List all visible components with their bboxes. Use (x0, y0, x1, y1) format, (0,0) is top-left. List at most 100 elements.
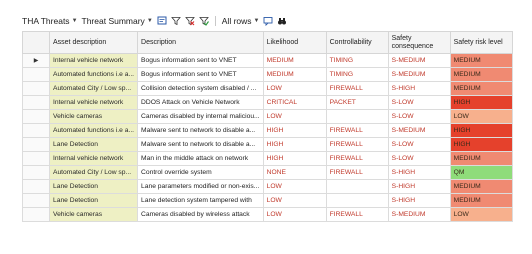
row-selector[interactable] (22, 137, 50, 152)
likelihood-cell[interactable]: LOW (262, 81, 327, 96)
safety-risk-level-cell[interactable]: QM (449, 165, 513, 180)
table-row[interactable]: Lane Detection Malware sent to network to… (22, 137, 513, 152)
clear-filter-icon[interactable] (184, 16, 195, 26)
safety-risk-level-cell[interactable]: MEDIUM (449, 193, 513, 208)
likelihood-cell[interactable]: MEDIUM (262, 53, 327, 68)
asset-cell[interactable]: Lane Detection (48, 179, 139, 194)
safety-consequence-cell[interactable]: S-MEDIUM (387, 67, 451, 82)
safety-risk-level-cell[interactable]: HIGH (449, 137, 513, 152)
safety-consequence-cell[interactable]: S-LOW (387, 137, 451, 152)
safety-consequence-cell[interactable]: S-MEDIUM (387, 123, 451, 138)
safety-risk-level-cell[interactable]: LOW (449, 207, 513, 222)
description-cell[interactable]: Bogus information sent to VNET (137, 53, 264, 68)
likelihood-cell[interactable]: MEDIUM (262, 67, 327, 82)
likelihood-cell[interactable]: NONE (262, 165, 327, 180)
safety-risk-level-cell[interactable]: MEDIUM (449, 53, 513, 68)
likelihood-cell[interactable]: HIGH (262, 151, 327, 166)
table-row[interactable]: ▶ Internal vehicle network Bogus informati… (22, 53, 513, 68)
likelihood-cell[interactable]: LOW (262, 179, 327, 194)
description-cell[interactable]: Man in the middle attack on network (137, 151, 264, 166)
table-row[interactable]: Automated City / Low sp... Collision dete… (22, 81, 513, 96)
asset-cell[interactable]: Internal vehicle network (48, 53, 139, 68)
row-selector[interactable] (22, 165, 50, 180)
controllability-cell[interactable]: PACKET (325, 95, 389, 110)
row-selector[interactable] (22, 151, 50, 166)
controllability-cell[interactable]: TIMING (325, 53, 389, 68)
safety-consequence-cell[interactable]: S-HIGH (387, 193, 451, 208)
table-row[interactable]: Automated functions i.e a... Bogus inform… (22, 67, 513, 82)
controllability-cell[interactable]: FIREWALL (325, 137, 389, 152)
comment-icon[interactable] (263, 16, 273, 26)
safety-risk-level-cell[interactable]: MEDIUM (449, 151, 513, 166)
likelihood-cell[interactable]: CRITICAL (262, 95, 327, 110)
description-cell[interactable]: Control override system (137, 165, 264, 180)
likelihood-cell[interactable]: LOW (262, 193, 327, 208)
column-header-description[interactable]: Description (137, 31, 264, 54)
controllability-cell[interactable] (325, 109, 389, 124)
description-cell[interactable]: Lane parameters modified or non-exis... (137, 179, 264, 194)
safety-consequence-cell[interactable]: S-HIGH (387, 81, 451, 96)
safety-consequence-cell[interactable]: S-MEDIUM (387, 207, 451, 222)
safety-consequence-cell[interactable]: S-LOW (387, 95, 451, 110)
description-cell[interactable]: DDOS Attack on Vehicle Network (137, 95, 264, 110)
asset-cell[interactable]: Automated City / Low sp... (48, 165, 139, 180)
description-cell[interactable]: Lane detection system tampered with (137, 193, 264, 208)
row-selector[interactable] (22, 193, 50, 208)
description-cell[interactable]: Bogus information sent to VNET (137, 67, 264, 82)
row-selector[interactable]: ▶ (22, 53, 50, 68)
binoculars-icon[interactable] (277, 16, 287, 26)
asset-cell[interactable]: Automated City / Low sp... (48, 81, 139, 96)
safety-risk-level-cell[interactable]: HIGH (449, 95, 513, 110)
controllability-cell[interactable]: FIREWALL (325, 207, 389, 222)
asset-cell[interactable]: Automated functions i.e a... (48, 123, 139, 138)
likelihood-cell[interactable]: LOW (262, 207, 327, 222)
column-header-controllability[interactable]: Controllability (325, 31, 389, 54)
filter-settings-icon[interactable] (198, 16, 209, 26)
controllability-cell[interactable] (325, 179, 389, 194)
asset-cell[interactable]: Lane Detection (48, 193, 139, 208)
safety-risk-level-cell[interactable]: MEDIUM (449, 81, 513, 96)
controllability-cell[interactable]: FIREWALL (325, 151, 389, 166)
description-cell[interactable]: Cameras disabled by internal maliciou... (137, 109, 264, 124)
likelihood-cell[interactable]: HIGH (262, 137, 327, 152)
asset-cell[interactable]: Vehicle cameras (48, 109, 139, 124)
asset-cell[interactable]: Vehicle cameras (48, 207, 139, 222)
row-selector[interactable] (22, 67, 50, 82)
description-cell[interactable]: Malware sent to network to disable a... (137, 137, 264, 152)
likelihood-cell[interactable]: HIGH (262, 123, 327, 138)
safety-consequence-cell[interactable]: S-MEDIUM (387, 53, 451, 68)
asset-cell[interactable]: Internal vehicle network (48, 95, 139, 110)
safety-consequence-cell[interactable]: S-LOW (387, 109, 451, 124)
table-row[interactable]: Lane Detection Lane detection system tamp… (22, 193, 513, 208)
controllability-cell[interactable] (325, 193, 389, 208)
safety-consequence-cell[interactable]: S-HIGH (387, 179, 451, 194)
export-icon[interactable] (157, 16, 167, 26)
filter-icon[interactable] (170, 16, 181, 26)
asset-cell[interactable]: Automated functions i.e a... (48, 67, 139, 82)
safety-consequence-cell[interactable]: S-HIGH (387, 165, 451, 180)
view-dropdown[interactable]: THA Threats ▼ (22, 16, 78, 26)
safety-consequence-cell[interactable]: S-LOW (387, 151, 451, 166)
safety-risk-level-cell[interactable]: MEDIUM (449, 67, 513, 82)
description-cell[interactable]: Malware sent to network to disable a... (137, 123, 264, 138)
row-selector[interactable] (22, 179, 50, 194)
table-row[interactable]: Automated functions i.e a... Malware sent… (22, 123, 513, 138)
asset-cell[interactable]: Lane Detection (48, 137, 139, 152)
column-header-likelihood[interactable]: Likelihood (262, 31, 327, 54)
controllability-cell[interactable]: FIREWALL (325, 123, 389, 138)
asset-cell[interactable]: Internal vehicle network (48, 151, 139, 166)
table-row[interactable]: Vehicle cameras Cameras disabled by wirel… (22, 207, 513, 222)
description-cell[interactable]: Cameras disabled by wireless attack (137, 207, 264, 222)
table-row[interactable]: Internal vehicle network DDOS Attack on V… (22, 95, 513, 110)
controllability-cell[interactable]: FIREWALL (325, 165, 389, 180)
safety-risk-level-cell[interactable]: HIGH (449, 123, 513, 138)
row-selector[interactable] (22, 95, 50, 110)
column-header-safety-risk-level[interactable]: Safety risk level (449, 31, 513, 54)
safety-risk-level-cell[interactable]: MEDIUM (449, 179, 513, 194)
controllability-cell[interactable]: FIREWALL (325, 81, 389, 96)
row-selector[interactable] (22, 109, 50, 124)
rows-dropdown[interactable]: All rows ▼ (222, 16, 260, 26)
row-selector[interactable] (22, 123, 50, 138)
table-row[interactable]: Automated City / Low sp... Control overri… (22, 165, 513, 180)
summary-dropdown[interactable]: Threat Summary ▼ (82, 16, 153, 26)
